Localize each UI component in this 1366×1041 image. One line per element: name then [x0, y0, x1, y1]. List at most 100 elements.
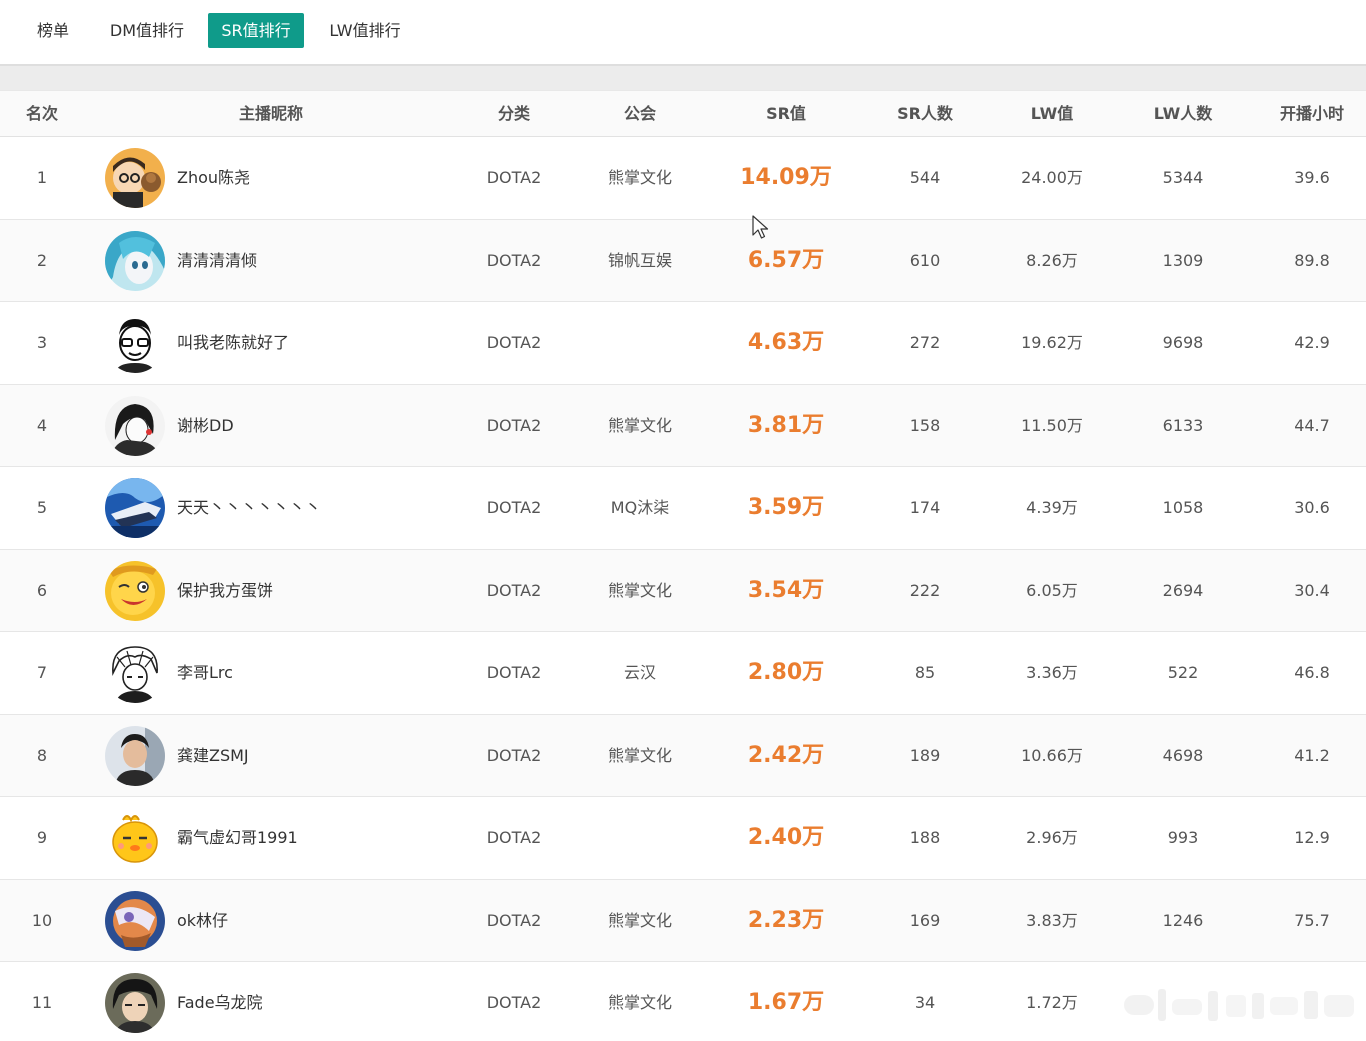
streamer-name-link[interactable]: 清清清清倾: [177, 220, 257, 302]
lineart-anime-boy-avatar-icon: [105, 643, 165, 703]
streamer-name-link[interactable]: 霸气虚幻哥1991: [177, 797, 298, 879]
dark-hair-anime-avatar-icon: [105, 973, 165, 1033]
streamer-name-link[interactable]: 李哥Lrc: [177, 632, 233, 714]
tab-leaderboard[interactable]: 榜单: [28, 13, 78, 48]
category-cell: DOTA2: [486, 415, 542, 435]
avatar[interactable]: [105, 313, 165, 373]
header-sr-count[interactable]: SR人数: [897, 91, 953, 137]
rank-cell: 4: [36, 415, 48, 435]
anime-blue-hair-avatar-icon: [105, 230, 165, 291]
lw-value-cell: 24.00万: [1021, 168, 1083, 187]
mouse-cursor-icon: [752, 215, 769, 239]
sr-count-cell: 544: [909, 168, 941, 187]
table-row[interactable]: 7 DOTA2 云汉 2.80万 85 3.36万 522 46.8 李哥Lrc: [0, 632, 1366, 715]
sr-count-cell: 222: [909, 580, 941, 600]
cartoon-glasses-avatar-icon: [105, 148, 165, 208]
avatar[interactable]: [105, 808, 165, 868]
guild-cell: 熊掌文化: [607, 910, 673, 930]
table-row[interactable]: 3 DOTA2 4.63万 272 19.62万 9698 42.9 叫我老陈就好了: [0, 302, 1366, 385]
sr-count-cell: 188: [909, 828, 941, 847]
guild-cell: 云汉: [623, 663, 657, 682]
manga-girl-avatar-icon: [105, 395, 165, 456]
streamer-name-link[interactable]: Zhou陈尧: [177, 137, 250, 219]
yellow-chick-avatar-icon: [105, 808, 165, 868]
lw-count-cell: 9698: [1162, 333, 1204, 352]
avatar[interactable]: [105, 973, 165, 1033]
table-row[interactable]: 4 DOTA2 熊掌文化 3.81万 158 11.50万 6133 44.7 谢彬DD: [0, 384, 1366, 467]
table-row[interactable]: 8 DOTA2 熊掌文化 2.42万 189 10.66万 4698 41.2 龚建ZSMJ: [0, 714, 1366, 797]
table-row[interactable]: 1 DOTA2 熊掌文化 14.09万 544 24.00万 5344 39.6 Zhou陈尧: [0, 137, 1366, 220]
avatar[interactable]: [105, 560, 165, 621]
header-streamer-name[interactable]: 主播昵称: [239, 91, 303, 137]
lw-value-cell: 6.05万: [1026, 580, 1078, 600]
header-category[interactable]: 分类: [498, 91, 530, 137]
streamer-name-link[interactable]: Fade乌龙院: [177, 962, 263, 1041]
category-cell: DOTA2: [486, 910, 542, 930]
avatar[interactable]: [105, 890, 165, 951]
streamer-name-link[interactable]: 保护我方蛋饼: [177, 550, 273, 632]
table-row[interactable]: 2 DOTA2 锦帆互娱 6.57万 610 8.26万 1309 89.8 清清清清倾: [0, 219, 1366, 302]
tab-sr-ranking[interactable]: SR值排行: [208, 13, 304, 48]
lw-count-cell: 2694: [1162, 580, 1204, 600]
avatar[interactable]: [105, 395, 165, 456]
lw-value-cell: 3.36万: [1026, 663, 1078, 682]
rank-cell: 2: [36, 250, 48, 270]
lw-value-cell: 10.66万: [1021, 745, 1083, 765]
sr-count-cell: 610: [909, 250, 941, 270]
lw-count-cell: 993: [1167, 828, 1199, 847]
sr-count-cell: 34: [914, 993, 936, 1012]
rank-cell: 9: [36, 828, 48, 847]
table-row[interactable]: 5 DOTA2 MQ沐柒 3.59万 174 4.39万 1058 30.6 天天丶丶丶丶丶丶丶: [0, 467, 1366, 550]
tab-lw-ranking[interactable]: LW值排行: [318, 13, 412, 48]
tab-dm-ranking[interactable]: DM值排行: [100, 13, 194, 48]
avatar[interactable]: [105, 643, 165, 703]
header-guild[interactable]: 公会: [624, 91, 656, 137]
avatar[interactable]: [105, 230, 165, 291]
header-lw-value[interactable]: LW值: [1031, 91, 1074, 137]
stream-hours-cell: 42.9: [1294, 333, 1330, 352]
guild-cell: 熊掌文化: [607, 415, 673, 435]
yellow-wink-cartoon-avatar-icon: [105, 560, 165, 621]
sr-value-cell: 2.80万: [747, 660, 825, 685]
stream-hours-cell: 46.8: [1294, 663, 1330, 682]
lw-value-cell: 3.83万: [1026, 910, 1078, 930]
streamer-name-link[interactable]: 天天丶丶丶丶丶丶丶: [177, 467, 321, 549]
table-row[interactable]: 10 DOTA2 熊掌文化 2.23万 169 3.83万 1246 75.7 ok林仔: [0, 879, 1366, 962]
header-lw-count[interactable]: LW人数: [1154, 91, 1213, 137]
category-cell: DOTA2: [486, 993, 542, 1012]
guild-cell: 熊掌文化: [607, 580, 673, 600]
sr-count-cell: 272: [909, 333, 941, 352]
table-row[interactable]: 6 DOTA2 熊掌文化 3.54万 222 6.05万 2694 30.4 保护我方蛋饼: [0, 549, 1366, 632]
category-cell: DOTA2: [486, 663, 542, 682]
guild-cell: MQ沐柒: [610, 498, 670, 517]
lw-value-cell: 1.72万: [1026, 993, 1078, 1012]
lw-count-cell: 1309: [1162, 250, 1204, 270]
avatar[interactable]: [105, 148, 165, 208]
streamer-name-link[interactable]: 龚建ZSMJ: [177, 715, 249, 797]
lw-count-cell: 1058: [1162, 498, 1204, 517]
stream-hours-cell: 30.4: [1294, 580, 1330, 600]
header-rank[interactable]: 名次: [26, 91, 58, 137]
man-photo-avatar-icon: [105, 725, 165, 786]
lw-value-cell: 4.39万: [1026, 498, 1078, 517]
header-stream-hours[interactable]: 开播小时: [1280, 91, 1344, 137]
table-body: 1 DOTA2 熊掌文化 14.09万 544 24.00万 5344 39.6 Zhou陈尧 2…: [0, 137, 1366, 1041]
sketch-glasses-man-avatar-icon: [105, 313, 165, 373]
streamer-name-link[interactable]: 叫我老陈就好了: [177, 302, 289, 384]
streamer-name-link[interactable]: ok林仔: [177, 880, 228, 962]
streamer-name-link[interactable]: 谢彬DD: [177, 385, 234, 467]
avatar[interactable]: [105, 478, 165, 538]
sr-value-cell: 2.42万: [747, 742, 825, 768]
sr-count-cell: 169: [909, 910, 941, 930]
table-row[interactable]: 9 DOTA2 2.40万 188 2.96万 993 12.9 霸气虚幻哥1991: [0, 797, 1366, 880]
rank-cell: 11: [31, 993, 53, 1012]
rank-cell: 8: [36, 745, 48, 765]
sr-count-cell: 158: [909, 415, 941, 435]
category-cell: DOTA2: [486, 498, 542, 517]
avatar[interactable]: [105, 725, 165, 786]
category-cell: DOTA2: [486, 250, 542, 270]
stream-hours-cell: 75.7: [1294, 910, 1330, 930]
sr-value-cell: 2.23万: [747, 907, 825, 933]
stream-hours-cell: 44.7: [1294, 415, 1330, 435]
header-sr-value[interactable]: SR值: [766, 91, 806, 137]
